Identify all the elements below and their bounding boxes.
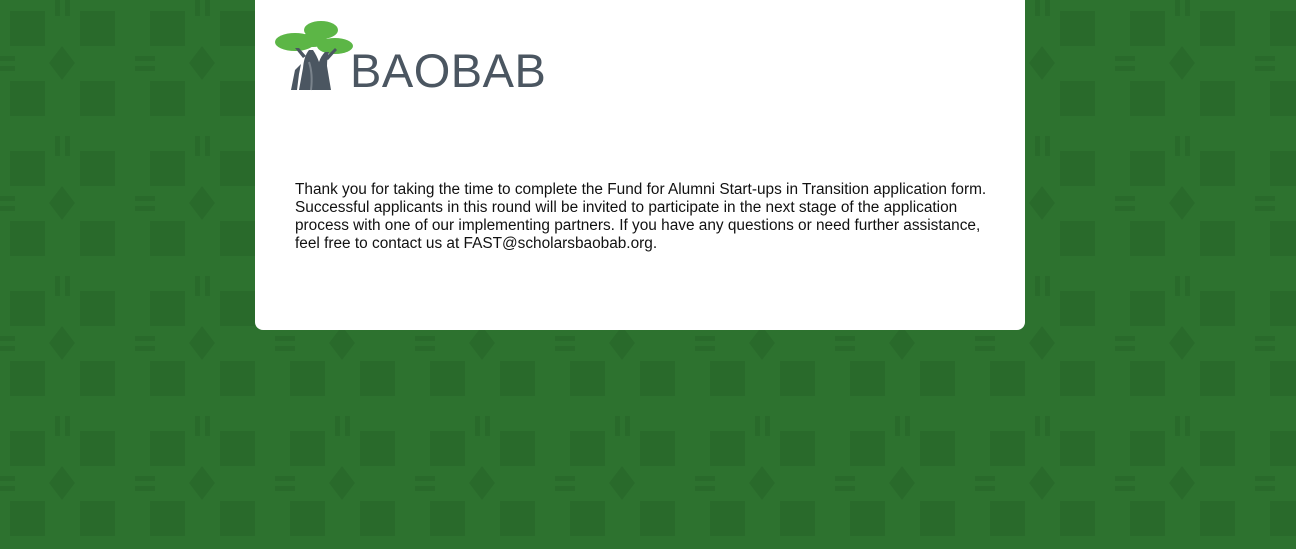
- confirmation-message: Thank you for taking the time to complet…: [295, 181, 987, 252]
- baobab-tree-icon: [275, 21, 353, 91]
- brand-name: BAOBAB: [350, 44, 547, 97]
- baobab-logo[interactable]: BAOBAB: [273, 18, 553, 97]
- confirmation-card: BAOBAB Thank you for taking the time to …: [255, 0, 1025, 330]
